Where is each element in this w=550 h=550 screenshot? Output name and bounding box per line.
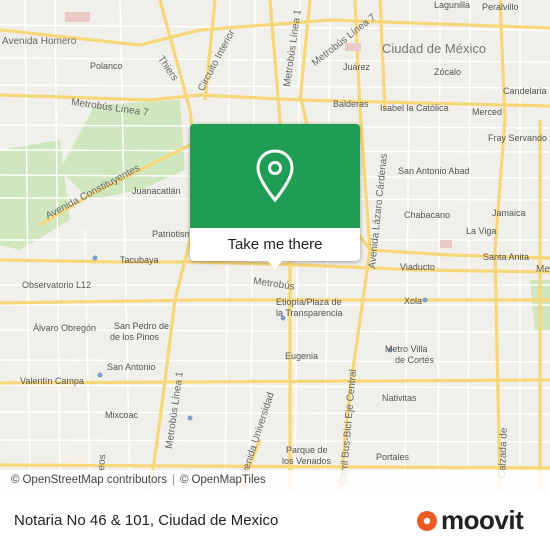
map-pin-icon bbox=[256, 149, 294, 203]
label-juanacatlan: Juanacatlán bbox=[132, 186, 181, 196]
label-portales: Portales bbox=[376, 452, 410, 462]
label-de-cortes: de Cortés bbox=[395, 355, 435, 365]
attribution-separator: | bbox=[171, 474, 175, 486]
label-santa-anita: Santa Anita bbox=[483, 252, 530, 262]
take-me-there-button[interactable]: Take me there bbox=[190, 228, 360, 261]
map-widget: Lagunilla Peralvillo Avenida Homero Pola… bbox=[0, 0, 550, 550]
label-nativitas: Nativitas bbox=[382, 393, 417, 403]
label-mixcoac: Mixcoac bbox=[105, 410, 139, 420]
map-canvas[interactable]: Lagunilla Peralvillo Avenida Homero Pola… bbox=[0, 0, 550, 490]
label-etiopia: Etiopía/Plaza de bbox=[276, 297, 342, 307]
moovit-logo-icon bbox=[417, 510, 437, 531]
label-los-pinos: de los Pinos bbox=[110, 332, 160, 342]
label-zocalo: Zócalo bbox=[434, 67, 462, 77]
label-juarez: Juárez bbox=[343, 62, 371, 72]
label-candelaria: Candelaria bbox=[503, 86, 547, 96]
label-la-transparencia: la Transparencia bbox=[276, 308, 343, 318]
label-merced: Merced bbox=[472, 107, 503, 117]
label-parque: Parque de bbox=[286, 445, 328, 455]
label-ciudad-de-mexico: Ciudad de México bbox=[382, 41, 487, 56]
label-alvaro-obregon: Álvaro Obregón bbox=[33, 323, 97, 333]
label-la-viga: La Viga bbox=[466, 226, 497, 236]
label-los-venados: los Venados bbox=[282, 456, 332, 466]
park-west bbox=[0, 140, 70, 250]
moovit-logo[interactable]: moovit bbox=[416, 505, 524, 536]
label-polanco: Polanco bbox=[90, 61, 123, 71]
label-jamaica: Jamaica bbox=[492, 208, 526, 218]
label-tacubaya: Tacubaya bbox=[120, 255, 159, 265]
label-fray-servando: Fray Servando bbox=[488, 133, 548, 143]
label-viaducto: Viaducto bbox=[400, 262, 435, 272]
destination-title: Notaria No 46 & 101, Ciudad de Mexico bbox=[14, 512, 279, 529]
map-attribution: © OpenStreetMap contributors | © OpenMap… bbox=[0, 470, 550, 490]
openmaptiles-link[interactable]: OpenMapTiles bbox=[191, 474, 265, 486]
label-eugenia: Eugenia bbox=[285, 351, 319, 361]
label-avenida-homero: Avenida Homero bbox=[2, 36, 77, 47]
label-san-antonio: San Antonio bbox=[107, 362, 156, 372]
label-balderas: Balderas bbox=[333, 99, 369, 109]
label-eos: eos bbox=[96, 453, 109, 471]
label-xola: Xola bbox=[404, 296, 423, 306]
label-me-edge: Me bbox=[536, 264, 550, 275]
location-popup: Take me there bbox=[190, 124, 360, 269]
label-valentin-campa: Valentín Campa bbox=[20, 376, 84, 386]
moovit-wordmark: moovit bbox=[441, 505, 524, 535]
copyright-symbol: © bbox=[11, 474, 20, 486]
label-metro-villa: Metro Villa bbox=[385, 344, 428, 354]
osm-contributors-link[interactable]: OpenStreetMap contributors bbox=[22, 474, 166, 486]
label-san-antonio-abad: San Antonio Abad bbox=[398, 166, 470, 176]
label-observatorio: Observatorio L12 bbox=[22, 280, 92, 290]
label-peralvillo: Peralvillo bbox=[482, 2, 519, 12]
label-lagunilla: Lagunilla bbox=[434, 0, 471, 10]
label-isabel-la-catolica: Isabel la Católica bbox=[380, 103, 449, 113]
popup-tail bbox=[267, 260, 283, 269]
label-chabacano: Chabacano bbox=[404, 210, 451, 220]
popup-header bbox=[190, 124, 360, 228]
copyright-symbol-2: © bbox=[179, 474, 189, 486]
label-san-pedro: San Pedro de bbox=[114, 321, 170, 331]
